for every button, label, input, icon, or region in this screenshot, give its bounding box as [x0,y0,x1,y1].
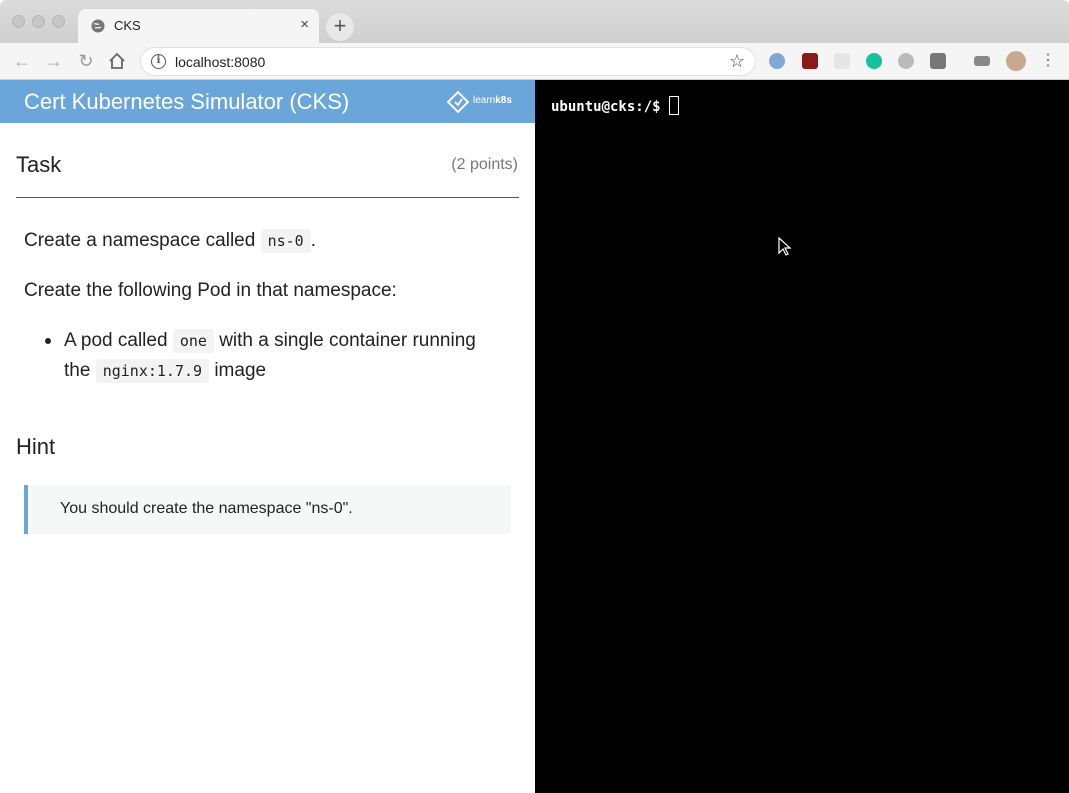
hint-box: You should create the namespace "ns-0". [24,485,511,534]
task-item-line-2: the nginx:1.7.9 image [64,359,267,383]
hint-heading: Hint [16,434,56,459]
learnk8s-logo-icon [446,90,470,114]
media-queue-icon[interactable] [974,56,990,66]
reload-icon[interactable]: ↻ [76,51,96,71]
browser-toolbar: ← → ↻ i localhost:8080 ☆ ⋮ [0,43,1069,80]
minimize-window-icon[interactable] [32,15,45,28]
app-title: Cert Kubernetes Simulator (CKS) [24,89,350,114]
new-tab-button[interactable]: + [326,13,354,41]
learnk8s-logo: learnk8s [446,90,527,114]
terminal-cursor [668,96,679,115]
code-namespace: ns-0 [260,229,311,253]
bookmark-star-icon[interactable]: ☆ [729,51,745,72]
task-points: (2 points) [451,156,518,173]
close-window-icon[interactable] [12,15,25,28]
code-extension-icon[interactable] [834,53,850,69]
code-pod-name: one [172,329,214,353]
extension-grey-icon[interactable] [898,53,914,69]
task-line-1: Create a namespace called ns-0. [24,229,316,253]
profile-avatar-icon[interactable] [1006,51,1026,71]
globe-icon [91,19,105,33]
mouse-pointer-icon [778,237,792,256]
logo-text: learnk8s [473,95,512,106]
ublock-shield-icon[interactable] [802,53,818,69]
task-panel: Cert Kubernetes Simulator (CKS) learnk8s… [0,80,535,793]
task-heading: Task [16,152,62,177]
grid-extension-icon[interactable] [930,53,946,69]
divider [16,197,519,198]
tab-close-icon[interactable]: × [300,16,309,33]
browser-tab-bar: CKS × + [0,0,1069,43]
task-line-2: Create the following Pod in that namespa… [24,280,397,301]
bullet-icon [45,338,51,344]
extension-blue-icon[interactable] [769,53,785,69]
maximize-window-icon[interactable] [52,15,65,28]
menu-dots-icon[interactable]: ⋮ [1038,51,1058,71]
url-text: localhost:8080 [175,54,266,70]
code-image: nginx:1.7.9 [95,359,210,383]
terminal-prompt: ubuntu@cks:/$ [551,96,679,115]
forward-icon[interactable]: → [44,51,64,71]
browser-tab[interactable]: CKS × [78,9,319,43]
hint-text: You should create the namespace "ns-0". [60,500,353,517]
tab-title: CKS [114,18,141,33]
grammarly-icon[interactable] [866,53,882,69]
terminal[interactable]: ubuntu@cks:/$ [535,80,1069,793]
back-icon[interactable]: ← [12,51,32,71]
home-icon[interactable] [108,52,126,70]
address-bar[interactable]: i localhost:8080 ☆ [140,47,756,76]
task-item-line-1: A pod called one with a single container… [64,329,476,353]
info-icon[interactable]: i [151,54,166,69]
app-header: Cert Kubernetes Simulator (CKS) learnk8s [0,80,535,123]
